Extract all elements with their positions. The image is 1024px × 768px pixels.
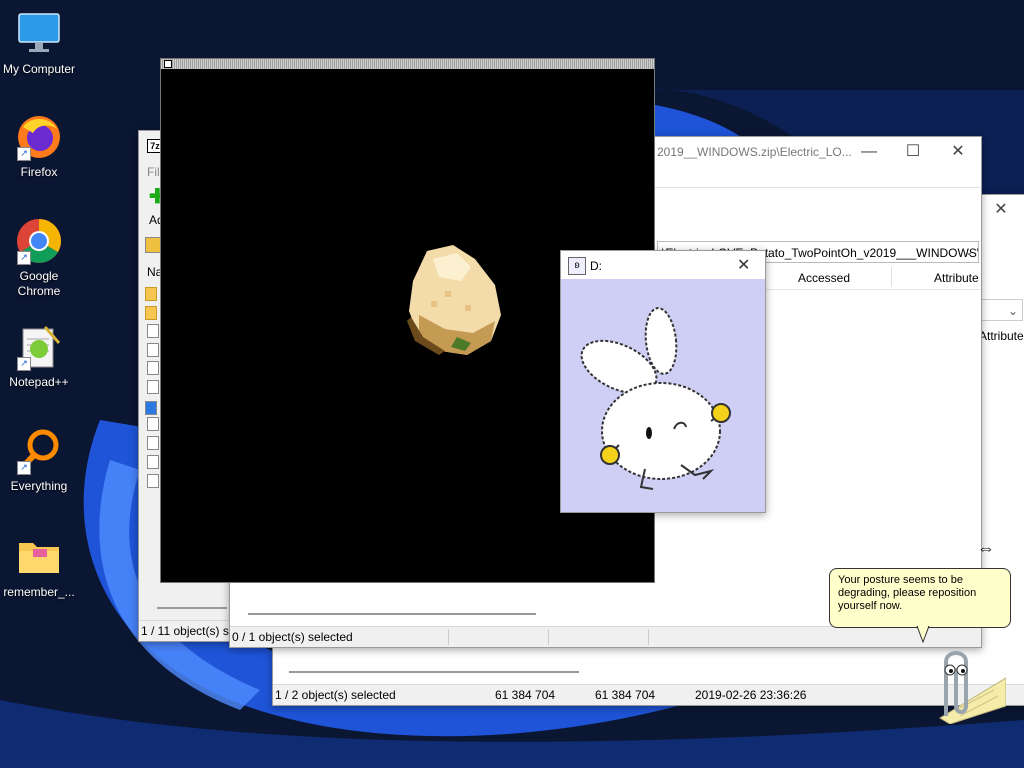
folder-icon	[15, 533, 63, 581]
desktop-icon-label: Google Chrome	[17, 269, 61, 298]
file-icon	[147, 324, 159, 338]
firefox-icon: ↗	[15, 113, 63, 161]
desktop-icon-label: Notepad++	[9, 375, 69, 389]
clippy-message: Your posture seems to be degrading, plea…	[838, 574, 977, 612]
desktop-icon-label: Everything	[10, 479, 68, 493]
shortcut-arrow-icon: ↗	[17, 357, 31, 371]
resize-cursor-icon: ⇔	[977, 538, 995, 558]
file-icon	[147, 474, 159, 488]
file-icon	[147, 455, 159, 469]
status-bar: 0 / 1 object(s) selected	[230, 626, 981, 647]
chevron-down-icon[interactable]: ⌄	[964, 244, 974, 258]
horizontal-scrollbar[interactable]	[157, 607, 227, 609]
horizontal-scrollbar[interactable]	[289, 671, 579, 673]
window-title: 2019__WINDOWS.zip\Electric_LO...	[657, 145, 852, 159]
horizontal-scrollbar[interactable]	[248, 613, 536, 615]
clippy-paperclip-icon[interactable]	[910, 644, 1006, 724]
potato-sprite	[407, 245, 501, 355]
status-modified: 2019-02-26 23:36:26	[695, 688, 807, 702]
monitor-icon	[15, 10, 63, 58]
folder-icon	[145, 287, 157, 301]
file-icon	[147, 343, 159, 357]
desktop-icon-notepadpp[interactable]: ↗ Notepad++	[1, 323, 77, 390]
close-icon[interactable]: ✕	[935, 137, 981, 167]
up-folder-icon[interactable]	[145, 237, 161, 253]
desktop-icon-my-computer[interactable]: My Computer	[1, 10, 77, 77]
desktop-icon-label: Firefox	[20, 165, 58, 179]
chrome-icon: ↗	[15, 217, 63, 265]
desktop-icon-firefox[interactable]: ↗ Firefox	[1, 113, 77, 180]
desktop-icon-folder[interactable]: remember_...	[1, 533, 77, 600]
status-selected: 1 / 11 object(s) se	[141, 624, 236, 638]
shortcut-arrow-icon: ↗	[17, 147, 31, 161]
dll-file-icon	[147, 436, 159, 450]
status-size: 61 384 704	[495, 688, 556, 702]
desktop-icon-chrome[interactable]: ↗ Google Chrome	[1, 217, 77, 299]
close-icon[interactable]: ✕	[978, 195, 1024, 225]
shortcut-arrow-icon: ↗	[17, 461, 31, 475]
column-divider	[891, 267, 892, 287]
status-selected: 1 / 2 object(s) selected	[275, 688, 396, 702]
notepadpp-icon: ↗	[15, 323, 63, 371]
desktop-icon-label: remember_...	[3, 585, 75, 599]
dll-file-icon	[147, 417, 159, 431]
desktop-icon-everything[interactable]: ↗ Everything	[1, 427, 77, 494]
minimize-icon[interactable]: —	[846, 137, 892, 167]
bunny-window[interactable]: ʚ D: ✕	[560, 250, 766, 513]
shortcut-arrow-icon: ↗	[17, 251, 31, 265]
desktop-icon-label: My Computer	[2, 62, 76, 76]
exe-file-icon	[145, 401, 157, 415]
status-packed-size: 61 384 704	[595, 688, 656, 702]
bunny-character	[580, 307, 731, 490]
dll-file-icon	[147, 361, 159, 375]
column-header-attributes[interactable]: Attribute	[934, 271, 979, 285]
status-selected: 0 / 1 object(s) selected	[232, 630, 353, 644]
window-title: D:	[590, 259, 602, 273]
close-icon[interactable]: ✕	[737, 255, 750, 275]
column-header-attributes[interactable]: Attribute	[979, 329, 1024, 343]
system-menu-icon[interactable]	[164, 60, 172, 68]
clippy-speech-bubble[interactable]: Your posture seems to be degrading, plea…	[829, 568, 1011, 628]
settings-file-icon	[147, 380, 159, 394]
folder-icon	[145, 306, 157, 320]
maximize-icon[interactable]: ☐	[890, 137, 936, 167]
game-window-titlebar[interactable]	[161, 59, 654, 69]
bunny-app-icon: ʚ	[568, 257, 586, 275]
speech-bubble-tail	[916, 626, 930, 644]
everything-magnifier-icon: ↗	[15, 427, 63, 475]
column-header-accessed[interactable]: Accessed	[798, 271, 850, 285]
